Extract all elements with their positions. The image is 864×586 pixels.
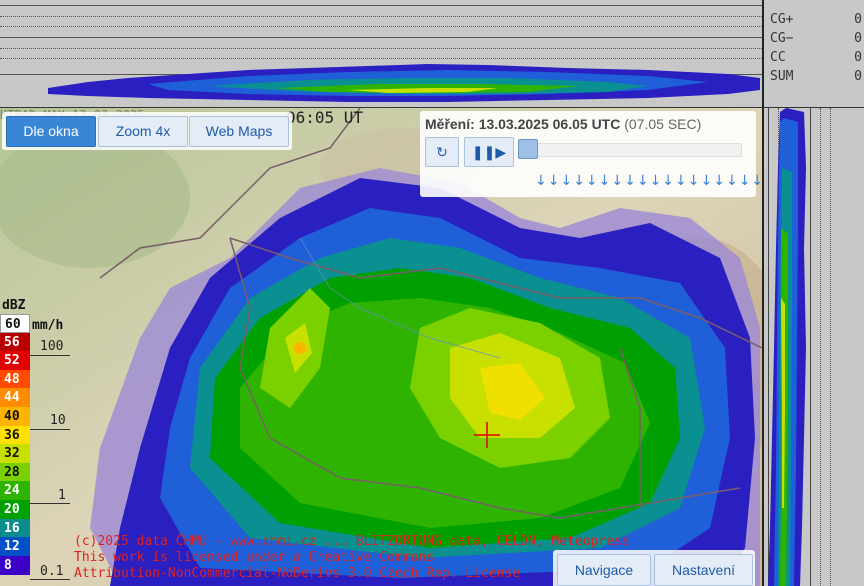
measurement-datetime: 13.03.2025 06.05 UTC: [478, 116, 621, 132]
profile-line: [0, 5, 762, 6]
legend-level-24: 24: [0, 481, 30, 501]
legend-level-32: 32: [0, 444, 30, 464]
map-time-label: 06:05 UT: [286, 108, 364, 127]
legend-level-60: 60: [0, 314, 30, 333]
view-webmaps-button[interactable]: Web Maps: [189, 116, 289, 147]
view-window-button[interactable]: Dle okna: [6, 116, 96, 147]
lightning-value: 0: [854, 12, 862, 27]
rate-label: 100: [40, 339, 64, 354]
lightning-row-cg-plus: CG+ 0: [770, 12, 862, 30]
refresh-icon: ↻: [436, 144, 448, 160]
lightning-counter-panel: CG+ 0 CG− 0 CC 0 SUM 0: [762, 0, 864, 108]
lightning-label: SUM: [770, 69, 794, 84]
refresh-button[interactable]: ↻: [425, 137, 459, 167]
profile-gridline: [0, 48, 762, 49]
lightning-label: CG−: [770, 31, 794, 46]
profile-gridline: [0, 16, 762, 17]
play-pause-button[interactable]: ❚❚▶: [464, 137, 514, 167]
bottom-toolbar: Navigace Nastavení: [553, 550, 755, 586]
legend-level-8: 8: [0, 555, 30, 575]
legend-level-12: 12: [0, 537, 30, 557]
view-zoom4x-button[interactable]: Zoom 4x: [98, 116, 188, 147]
settings-button[interactable]: Nastavení: [654, 554, 753, 586]
measurement-player-panel: Měření: 13.03.2025 06.05 UTC (07.05 SEC)…: [420, 111, 763, 197]
time-slider-track[interactable]: [518, 143, 742, 157]
rate-tick: [30, 579, 70, 580]
profile-gridline: [0, 58, 762, 59]
license-line[interactable]: Attribution-NonCommercial-NoDerivs 3.0 C…: [74, 566, 630, 582]
legend-level-16: 16: [0, 518, 30, 538]
lightning-value: 0: [854, 50, 862, 65]
legend-level-20: 20: [0, 500, 30, 519]
rate-tick: [30, 355, 70, 356]
lightning-label: CG+: [770, 12, 794, 27]
legend-level-44: 44: [0, 388, 30, 408]
legend-level-36: 36: [0, 425, 30, 445]
time-slider-thumb[interactable]: [518, 139, 538, 159]
rate-tick: [30, 429, 70, 430]
top-vertical-profile: [0, 0, 762, 108]
profile-echo: [48, 64, 760, 102]
measurement-seconds: (07.05 SEC): [624, 116, 702, 132]
measurement-label: Měření:: [425, 116, 475, 132]
side-echo: [768, 108, 806, 586]
license-line[interactable]: This work is licensed under a Creative C…: [74, 550, 630, 566]
rate-label: 1: [58, 488, 66, 503]
license-line: (c)2025 data ČHMÚ - www.chmi.cz ... BLIT…: [74, 534, 630, 549]
side-vertical-profile: [762, 108, 864, 586]
lightning-row-cg-minus: CG− 0: [770, 31, 862, 49]
legend-title: dBZ: [2, 298, 26, 313]
license-notice: (c)2025 data ČHMÚ - www.chmi.cz ... BLIT…: [74, 534, 630, 582]
legend-unit: mm/h: [32, 318, 64, 333]
view-mode-toolbar: Dle okna Zoom 4x Web Maps: [2, 112, 292, 150]
legend-level-56: 56: [0, 332, 30, 352]
legend-level-40: 40: [0, 407, 30, 426]
rate-label: 0.1: [40, 564, 64, 579]
navigation-button[interactable]: Navigace: [557, 554, 651, 586]
lightning-row-cc: CC 0: [770, 50, 862, 68]
lightning-value: 0: [854, 69, 862, 84]
profile-gridline: [0, 26, 762, 27]
profile-line: [0, 37, 762, 38]
rate-tick: [30, 503, 70, 504]
lightning-row-sum: SUM 0: [770, 69, 862, 87]
measurement-title: Měření: 13.03.2025 06.05 UTC (07.05 SEC): [425, 116, 701, 132]
rate-label: 10: [50, 413, 66, 428]
pause-play-icon: ❚❚▶: [471, 144, 507, 160]
legend-level-48: 48: [0, 369, 30, 389]
legend-level-28: 28: [0, 462, 30, 482]
legend-level-52: 52: [0, 351, 30, 371]
frame-ticks[interactable]: ↓↓↓↓↓↓↓↓↓↓↓↓↓↓↓↓↓↓: [535, 173, 764, 189]
lightning-value: 0: [854, 31, 862, 46]
lightning-label: CC: [770, 50, 786, 65]
